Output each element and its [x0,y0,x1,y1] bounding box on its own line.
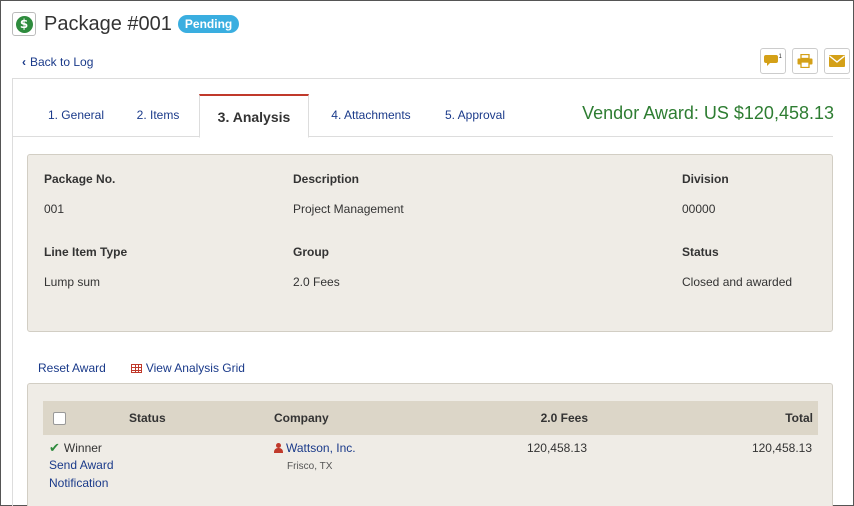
checkmark-icon: ✔ [49,441,60,456]
comment-icon: 1 [764,54,783,66]
division-label: Division [682,172,729,186]
analysis-links: Reset Award View Analysis Grid [38,361,245,375]
printer-icon [797,54,813,68]
title-row: $ Package #001 Pending [12,12,240,36]
bid-analysis-table: Status Company 2.0 Fees Total ✔ Winner Se… [27,383,833,506]
description-value: Project Management [293,202,404,216]
winner-label: Winner [63,441,102,455]
package-info-box: Package No. 001 Description Project Mana… [27,154,833,332]
chevron-left-icon: ‹ [22,55,26,69]
dollar-icon: $ [12,12,36,36]
column-header-fees[interactable]: 2.0 Fees [541,401,588,435]
send-award-label: Send Award [49,458,114,472]
column-header-total[interactable]: Total [785,401,813,435]
description-label: Description [293,172,360,186]
package-no-label: Package No. [44,172,116,186]
grid-icon [130,363,142,373]
column-header-status[interactable]: Status [129,401,166,435]
table-header: Status Company 2.0 Fees Total [43,401,818,435]
tab-approval[interactable]: 5. Approval [433,93,517,137]
reset-award-link[interactable]: Reset Award [38,361,106,375]
tab-general[interactable]: 1. General [31,93,121,137]
company-location: Frisco, TX [287,461,333,472]
select-all-cell [53,401,66,435]
view-analysis-grid-link[interactable]: View Analysis Grid [130,361,245,375]
column-header-company[interactable]: Company [274,401,329,435]
line-item-type-label: Line Item Type [44,245,128,259]
package-no-value: 001 [44,202,65,216]
winner-status: ✔ Winner [49,441,102,456]
send-award-notification-link[interactable]: Send Award Notification [49,458,114,490]
status-value: Closed and awarded [682,275,793,289]
total-value: 120,458.13 [751,441,812,455]
print-button[interactable] [792,48,818,74]
comment-button[interactable]: 1 [760,48,786,74]
company-name: Wattson, Inc. [286,441,356,455]
tab-analysis[interactable]: 3. Analysis [199,94,309,138]
page-title: Package #001 [44,12,172,35]
tab-items[interactable]: 2. Items [125,93,191,137]
back-to-log-link[interactable]: ‹ Back to Log [22,55,93,69]
status-label: Status [682,245,719,259]
action-buttons: 1 [760,48,850,74]
notification-label: Notification [49,476,109,490]
back-to-log-label: Back to Log [30,55,94,69]
division-value: 00000 [682,202,716,216]
svg-text:1: 1 [779,54,783,60]
company-link[interactable]: Wattson, Inc. [274,441,356,455]
group-label: Group [293,245,329,259]
fees-value: 120,458.13 [526,441,587,455]
status-badge: Pending [177,15,240,33]
email-button[interactable] [824,48,850,74]
line-item-type-value: Lump sum [44,275,101,289]
view-analysis-grid-label: View Analysis Grid [145,361,245,375]
tab-attachments[interactable]: 4. Attachments [315,93,427,137]
group-value: 2.0 Fees [293,275,340,289]
user-icon [274,443,283,453]
select-all-checkbox[interactable] [53,411,66,425]
envelope-icon [829,55,845,67]
vendor-award-total: Vendor Award: US $120,458.13 [582,103,834,123]
